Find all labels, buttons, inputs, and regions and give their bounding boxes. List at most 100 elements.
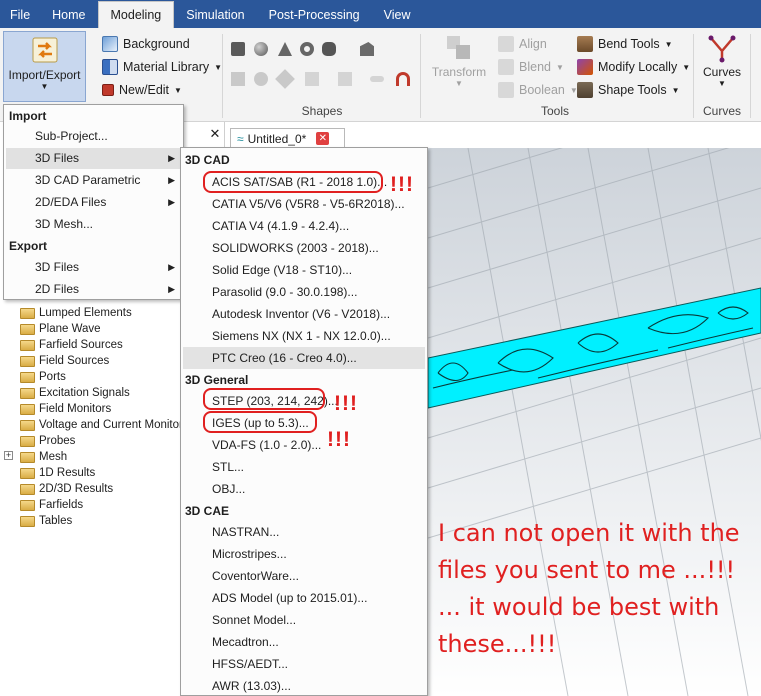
shape-cylinder-icon[interactable] [322, 42, 336, 56]
tree-item-label: Field Sources [39, 355, 110, 367]
blend-icon [498, 59, 514, 75]
tree-item[interactable]: 1D Results [20, 465, 95, 481]
folder-icon [20, 323, 35, 335]
close-icon[interactable]: ✕ [206, 126, 224, 142]
tree-item[interactable]: Field Sources [20, 353, 109, 369]
tab-post-processing[interactable]: Post-Processing [257, 0, 372, 28]
tree-item[interactable]: Excitation Signals [20, 385, 130, 401]
import-header: Import [9, 109, 47, 123]
tree-item-label: Farfield Sources [39, 339, 123, 351]
tree-item[interactable]: Mesh [20, 449, 67, 465]
shape-torus-icon[interactable] [300, 42, 314, 56]
tab-file[interactable]: File [0, 0, 40, 28]
material-library-button[interactable]: Material Library ▼ [102, 57, 222, 77]
tab-modeling[interactable]: Modeling [97, 1, 175, 28]
bend-tools-label: Bend Tools [598, 37, 660, 51]
shape-cone-icon[interactable] [278, 42, 292, 56]
transform-icon [447, 36, 470, 59]
menu-item-label: 2D/EDA Files [35, 195, 107, 209]
group-separator [420, 34, 421, 118]
folder-icon [20, 371, 35, 383]
new-edit-icon [102, 84, 114, 96]
menu-item-2d-eda-files[interactable]: 2D/EDA Files ▶ [6, 192, 181, 213]
submenu-item-nastran[interactable]: NASTRAN... [183, 521, 425, 543]
folder-icon [20, 387, 35, 399]
pick-tool-icon[interactable] [396, 72, 410, 86]
tree-item[interactable]: 2D/3D Results [20, 481, 113, 497]
shape-tools-button[interactable]: Shape Tools ▼ [577, 80, 680, 100]
folder-icon [20, 451, 35, 463]
curves-label: Curves [702, 65, 741, 79]
tree-item[interactable]: Lumped Elements [20, 305, 132, 321]
submenu-item-vda-fs[interactable]: VDA-FS (1.0 - 2.0)... [183, 434, 425, 456]
boolean-button[interactable]: Boolean ▼ [498, 80, 578, 100]
tab-home[interactable]: Home [40, 0, 97, 28]
menu-item-export-2d-files[interactable]: 2D Files ▶ [6, 279, 181, 300]
shape-brick-icon[interactable] [231, 42, 245, 56]
submenu-item-ads-model[interactable]: ADS Model (up to 2015.01)... [183, 587, 425, 609]
submenu-item-parasolid[interactable]: Parasolid (9.0 - 30.0.198)... [183, 281, 425, 303]
import-export-icon [32, 37, 57, 63]
submenu-item-mecadtron[interactable]: Mecadtron... [183, 631, 425, 653]
import-export-button[interactable]: Import/Export ▼ [3, 31, 86, 102]
annotation-note: I can not open it with the files you sen… [438, 515, 758, 663]
submenu-item-hfss-aedt[interactable]: HFSS/AEDT... [183, 653, 425, 675]
background-button[interactable]: Background [102, 34, 190, 54]
modify-locally-icon [577, 59, 593, 75]
expand-toggle[interactable]: + [4, 451, 13, 460]
submenu-item-catia-v4[interactable]: CATIA V4 (4.1.9 - 4.2.4)... [183, 215, 425, 237]
blend-button[interactable]: Blend ▼ [498, 57, 564, 77]
modify-locally-button[interactable]: Modify Locally ▼ [577, 57, 690, 77]
tab-view[interactable]: View [372, 0, 423, 28]
tree-item[interactable]: Voltage and Current Monitors [20, 417, 189, 433]
new-edit-button[interactable]: New/Edit ▼ [102, 80, 182, 100]
align-button[interactable]: Align [498, 34, 547, 54]
tree-item[interactable]: Probes [20, 433, 75, 449]
submenu-item-autodesk-inventor[interactable]: Autodesk Inventor (V6 - V2018)... [183, 303, 425, 325]
menu-item-3d-mesh[interactable]: 3D Mesh... [6, 214, 181, 235]
tree-item-label: Field Monitors [39, 403, 112, 415]
group-separator [222, 34, 223, 118]
transform-button[interactable]: Transform ▼ [428, 33, 490, 88]
submenu-item-solid-edge[interactable]: Solid Edge (V18 - ST10)... [183, 259, 425, 281]
align-label: Align [519, 37, 547, 51]
submenu-item-coventorware[interactable]: CoventorWare... [183, 565, 425, 587]
menu-item-3d-files[interactable]: 3D Files ▶ [6, 148, 181, 169]
menu-item-export-3d-files[interactable]: 3D Files ▶ [6, 257, 181, 278]
tree-item[interactable]: Plane Wave [20, 321, 101, 337]
menu-item-label: Sub-Project... [35, 129, 108, 143]
submenu-item-ptc-creo[interactable]: PTC Creo (16 - Creo 4.0)... [183, 347, 425, 369]
import-export-label: Import/Export [8, 68, 81, 82]
tree-item[interactable]: Field Monitors [20, 401, 111, 417]
curves-button[interactable]: Curves ▼ [700, 33, 744, 88]
submenu-item-catia-v5[interactable]: CATIA V5/V6 (V5R8 - V5-6R2018)... [183, 193, 425, 215]
shapes-group-label: Shapes [301, 104, 343, 118]
submenu-item-sonnet-model[interactable]: Sonnet Model... [183, 609, 425, 631]
document-icon: ≈ [237, 131, 244, 146]
submenu-item-stl[interactable]: STL... [183, 456, 425, 478]
submenu-item-awr[interactable]: AWR (13.03)... [183, 675, 425, 696]
shape-sphere-icon[interactable] [254, 42, 268, 56]
tree-item[interactable]: Ports [20, 369, 66, 385]
bend-tools-button[interactable]: Bend Tools ▼ [577, 34, 673, 54]
menu-item-3d-cad-parametric[interactable]: 3D CAD Parametric ▶ [6, 170, 181, 191]
shape-extrude-icon[interactable] [360, 42, 374, 56]
tree-item-label: Excitation Signals [39, 387, 130, 399]
close-icon[interactable]: ✕ [316, 132, 330, 145]
shape-disabled-icon [275, 69, 295, 89]
transform-label: Transform [431, 65, 487, 79]
export-header: Export [9, 239, 48, 253]
tree-item[interactable]: Tables [20, 513, 72, 529]
tree-item[interactable]: Farfield Sources [20, 337, 123, 353]
shape-disabled-icon [305, 72, 319, 86]
note-line: ... it would be best with [438, 593, 720, 621]
tree-item[interactable]: Farfields [20, 497, 83, 513]
submenu-item-obj[interactable]: OBJ... [183, 478, 425, 500]
submenu-item-solidworks[interactable]: SOLIDWORKS (2003 - 2018)... [183, 237, 425, 259]
submenu-item-siemens-nx[interactable]: Siemens NX (NX 1 - NX 12.0.0)... [183, 325, 425, 347]
document-tab[interactable]: ≈ Untitled_0* ✕ [230, 128, 345, 148]
submenu-item-microstripes[interactable]: Microstripes... [183, 543, 425, 565]
menu-item-sub-project[interactable]: Sub-Project... [6, 126, 181, 147]
document-tab-label: Untitled_0* [247, 131, 307, 146]
tab-simulation[interactable]: Simulation [174, 0, 256, 28]
